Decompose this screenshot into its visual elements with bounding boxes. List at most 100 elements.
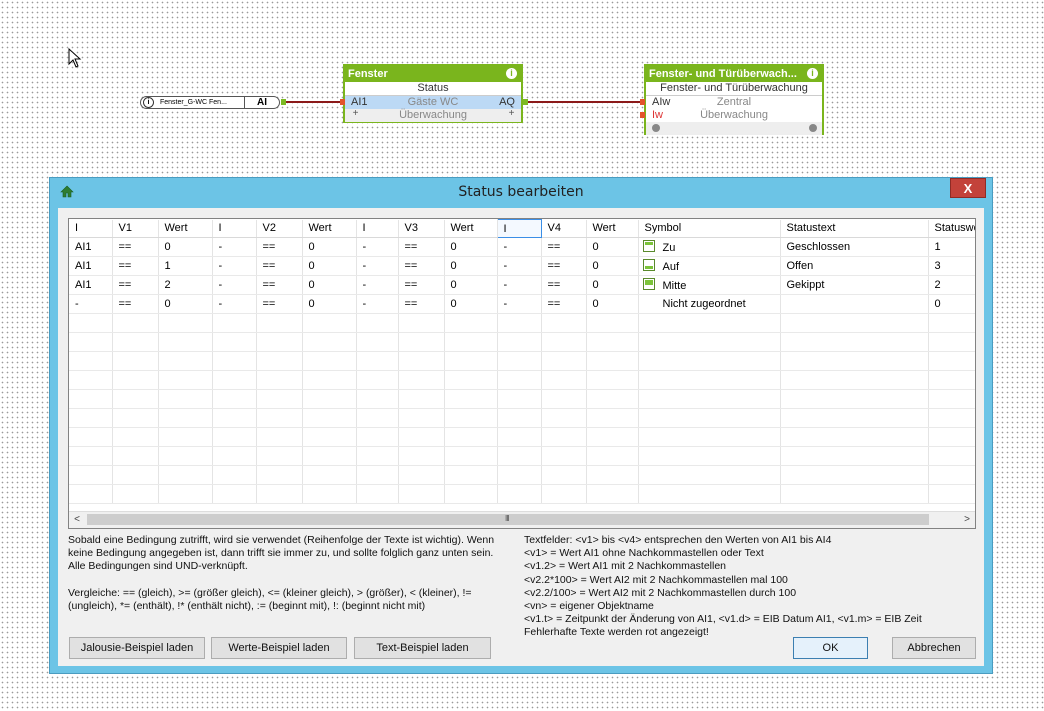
column-header[interactable]: V2 [256, 219, 303, 238]
table-cell[interactable] [928, 389, 975, 409]
empty-table-row[interactable] [69, 370, 975, 390]
table-cell[interactable] [212, 313, 257, 333]
table-cell[interactable]: == [256, 294, 303, 314]
empty-table-row[interactable] [69, 427, 975, 447]
empty-table-row[interactable] [69, 313, 975, 333]
table-cell[interactable] [356, 408, 399, 428]
table-cell[interactable] [638, 484, 781, 504]
table-cell[interactable]: 0 [586, 256, 639, 276]
table-cell[interactable] [69, 465, 113, 485]
table-cell[interactable]: == [398, 275, 445, 295]
table-cell[interactable]: == [541, 237, 587, 257]
symbol-cell[interactable]: Zu [638, 237, 781, 257]
table-cell[interactable] [541, 332, 587, 352]
table-cell[interactable]: AI1 [69, 275, 113, 295]
table-cell[interactable]: 0 [302, 294, 357, 314]
table-cell[interactable]: 0 [444, 237, 498, 257]
table-cell[interactable] [638, 465, 781, 485]
table-cell[interactable]: - [212, 256, 257, 276]
table-cell[interactable] [444, 465, 498, 485]
table-cell[interactable] [638, 332, 781, 352]
table-cell[interactable] [497, 427, 542, 447]
table-cell[interactable] [212, 332, 257, 352]
table-cell[interactable]: 0 [302, 275, 357, 295]
table-cell[interactable]: == [112, 237, 159, 257]
table-cell[interactable] [256, 351, 303, 371]
table-cell[interactable] [302, 351, 357, 371]
status-value-cell[interactable]: 3 [928, 256, 975, 276]
table-cell[interactable] [158, 389, 213, 409]
table-cell[interactable] [256, 332, 303, 352]
status-text-cell[interactable]: Offen [780, 256, 929, 276]
table-cell[interactable] [398, 465, 445, 485]
table-cell[interactable] [69, 408, 113, 428]
table-cell[interactable] [928, 465, 975, 485]
table-cell[interactable] [780, 313, 929, 333]
table-cell[interactable]: 0 [586, 294, 639, 314]
column-header[interactable]: Symbol [638, 219, 781, 238]
table-cell[interactable] [586, 465, 639, 485]
table-cell[interactable] [112, 370, 159, 390]
table-cell[interactable] [586, 332, 639, 352]
table-row[interactable]: - == 0- == 0- == 0- == 0 Nicht zugeordnet 0 [69, 294, 975, 314]
table-cell[interactable] [256, 408, 303, 428]
table-cell[interactable]: == [112, 256, 159, 276]
input-pin[interactable] [340, 99, 345, 105]
table-cell[interactable]: 2 [158, 275, 213, 295]
table-cell[interactable] [256, 370, 303, 390]
add-output-icon[interactable] [809, 124, 817, 132]
table-cell[interactable]: 1 [158, 256, 213, 276]
table-cell[interactable] [158, 484, 213, 504]
empty-table-row[interactable] [69, 332, 975, 352]
table-cell[interactable] [112, 389, 159, 409]
table-cell[interactable]: == [112, 275, 159, 295]
table-cell[interactable] [398, 427, 445, 447]
table-cell[interactable] [212, 446, 257, 466]
add-output-icon[interactable]: + [507, 109, 516, 119]
table-cell[interactable] [638, 370, 781, 390]
table-cell[interactable] [112, 332, 159, 352]
table-cell[interactable] [928, 313, 975, 333]
status-grid[interactable]: I V1 Wert I V2 Wert I V3 Wert I V4 Wert Symbol Status… [68, 218, 976, 529]
table-cell[interactable] [212, 427, 257, 447]
info-icon[interactable]: i [807, 68, 818, 79]
table-cell[interactable] [780, 370, 929, 390]
table-cell[interactable] [928, 484, 975, 504]
column-header[interactable]: Wert [444, 219, 498, 238]
table-cell[interactable] [780, 408, 929, 428]
table-cell[interactable] [112, 465, 159, 485]
table-cell[interactable] [398, 313, 445, 333]
scroll-left-icon[interactable]: < [69, 512, 85, 528]
table-cell[interactable] [302, 446, 357, 466]
status-block[interactable]: Fenster i Status AI1 Gäste WC AQ + Überw… [343, 64, 523, 123]
table-cell[interactable] [356, 370, 399, 390]
table-cell[interactable] [444, 351, 498, 371]
table-cell[interactable] [212, 484, 257, 504]
table-cell[interactable] [541, 351, 587, 371]
table-cell[interactable] [112, 408, 159, 428]
table-cell[interactable] [112, 427, 159, 447]
column-header[interactable]: I [69, 219, 113, 238]
column-header[interactable]: I [212, 219, 257, 238]
table-cell[interactable] [356, 313, 399, 333]
block-io-row[interactable]: AI1 Gäste WC AQ [345, 96, 521, 109]
table-cell[interactable] [69, 370, 113, 390]
table-cell[interactable]: 0 [444, 275, 498, 295]
add-input-icon[interactable] [652, 124, 660, 132]
table-cell[interactable] [928, 408, 975, 428]
empty-table-row[interactable] [69, 351, 975, 371]
column-header[interactable]: V1 [112, 219, 159, 238]
table-cell[interactable] [444, 446, 498, 466]
table-cell[interactable] [497, 446, 542, 466]
table-cell[interactable] [586, 427, 639, 447]
table-cell[interactable] [398, 389, 445, 409]
table-cell[interactable] [69, 351, 113, 371]
table-cell[interactable]: - [212, 237, 257, 257]
table-cell[interactable] [69, 427, 113, 447]
table-cell[interactable] [356, 484, 399, 504]
table-cell[interactable] [444, 370, 498, 390]
table-cell[interactable]: 0 [444, 256, 498, 276]
scrollbar-thumb[interactable]: III [87, 514, 929, 525]
table-cell[interactable] [541, 484, 587, 504]
column-header[interactable]: Wert [302, 219, 357, 238]
